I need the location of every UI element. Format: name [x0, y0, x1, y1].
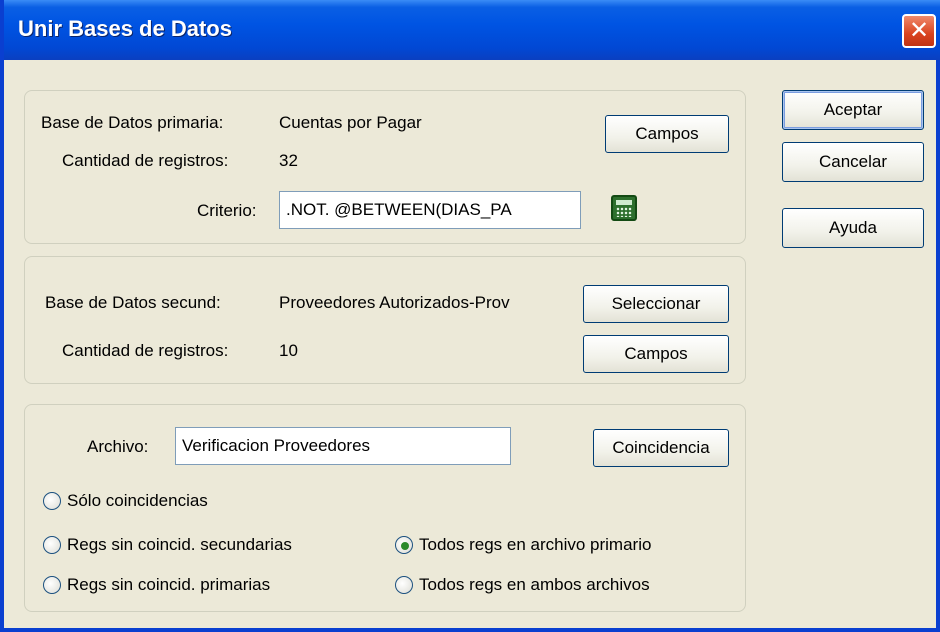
match-button[interactable]: Coincidencia	[593, 429, 729, 467]
radio-all-primary[interactable]: Todos regs en archivo primario	[395, 535, 651, 555]
radio-label: Regs sin coincid. primarias	[67, 575, 271, 594]
primary-fields-button[interactable]: Campos	[605, 115, 729, 153]
primary-db-label: Base de Datos primaria:	[41, 113, 224, 132]
close-icon: ✕	[908, 17, 930, 44]
primary-count-label: Cantidad de registros:	[62, 151, 229, 170]
radio-only-matches[interactable]: Sólo coincidencias	[43, 491, 208, 511]
radio-label: Todos regs en archivo primario	[419, 535, 652, 554]
radio-button[interactable]	[395, 576, 413, 594]
dialog-window: Unir Bases de Datos ✕ Base de Datos prim…	[0, 0, 940, 632]
dialog-title: Unir Bases de Datos	[18, 16, 232, 41]
criteria-field[interactable]: .NOT. @BETWEEN(DIAS_PA	[279, 191, 581, 229]
radio-label: Todos regs en ambos archivos	[419, 575, 650, 594]
help-button[interactable]: Ayuda	[782, 208, 924, 248]
select-button[interactable]: Seleccionar	[583, 285, 729, 323]
primary-db-value: Cuentas por Pagar	[279, 113, 422, 132]
radio-button[interactable]	[43, 492, 61, 510]
radio-label: Regs sin coincid. secundarias	[67, 535, 292, 554]
primary-database-group: Base de Datos primaria: Cuentas por Paga…	[24, 90, 746, 244]
title-bar[interactable]: Unir Bases de Datos ✕	[4, 0, 940, 60]
file-name-field[interactable]: Verificacion Proveedores	[175, 427, 511, 465]
output-options-group: Archivo: Verificacion Proveedores Coinci…	[24, 404, 746, 612]
secondary-fields-button[interactable]: Campos	[583, 335, 729, 373]
secondary-count-value: 10	[279, 341, 298, 360]
radio-unmatched-secondary[interactable]: Regs sin coincid. secundarias	[43, 535, 292, 555]
radio-unmatched-primary[interactable]: Regs sin coincid. primarias	[43, 575, 270, 595]
secondary-count-label: Cantidad de registros:	[62, 341, 229, 360]
criteria-label: Criterio:	[197, 201, 257, 220]
file-label: Archivo:	[87, 437, 149, 456]
radio-label: Sólo coincidencias	[67, 491, 208, 510]
radio-button[interactable]	[43, 536, 61, 554]
calculator-icon[interactable]	[611, 195, 637, 221]
secondary-database-group: Base de Datos secund: Proveedores Autori…	[24, 256, 746, 384]
secondary-db-value: Proveedores Autorizados-Prov	[279, 293, 510, 312]
secondary-db-label: Base de Datos secund:	[45, 293, 221, 312]
cancel-button[interactable]: Cancelar	[782, 142, 924, 182]
ok-button[interactable]: Aceptar	[782, 90, 924, 130]
close-button[interactable]: ✕	[902, 14, 936, 48]
radio-all-both[interactable]: Todos regs en ambos archivos	[395, 575, 650, 595]
primary-count-value: 32	[279, 151, 298, 170]
radio-button[interactable]	[43, 576, 61, 594]
radio-button-selected[interactable]	[395, 536, 413, 554]
